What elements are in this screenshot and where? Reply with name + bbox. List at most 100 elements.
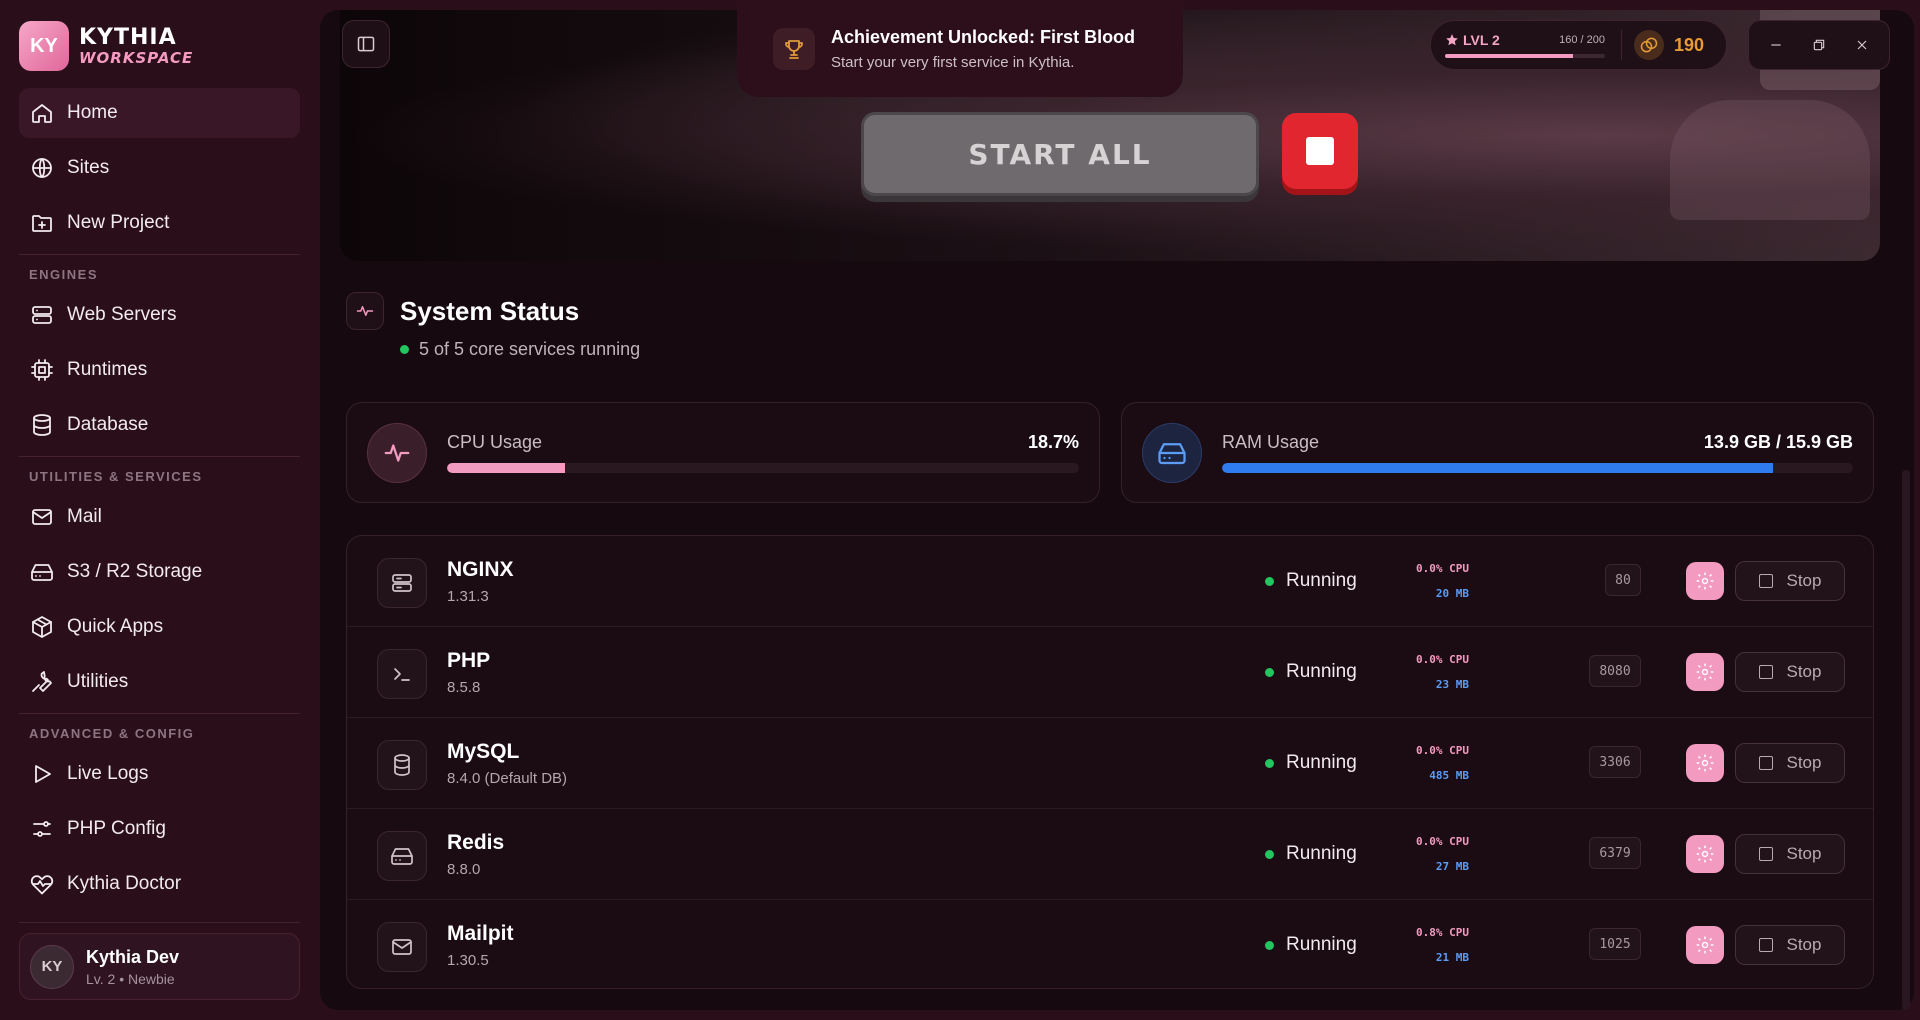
sidebar-item-mail[interactable]: Mail: [19, 492, 300, 542]
settings-button[interactable]: [1686, 835, 1724, 873]
home-icon: [29, 100, 55, 126]
port-badge[interactable]: 1025: [1589, 928, 1641, 960]
sidebar-item-label: Utilities: [67, 671, 129, 692]
cpu-label: CPU Usage: [447, 432, 543, 452]
activity-icon: [367, 422, 427, 483]
gear-icon: [1696, 936, 1714, 954]
achievement-toast: Achievement Unlocked: First Blood Start …: [737, 0, 1183, 97]
stop-button[interactable]: Stop: [1735, 834, 1845, 874]
service-memory: 485 MB: [1429, 769, 1469, 782]
sidebar-item-storage[interactable]: S3 / R2 Storage: [19, 547, 300, 597]
terminal-icon: [377, 649, 427, 699]
sidebar-item-quick-apps[interactable]: Quick Apps: [19, 602, 300, 652]
section-label-advanced: ADVANCED & CONFIG: [29, 726, 195, 741]
server-icon: [29, 302, 55, 328]
stop-button[interactable]: Stop: [1735, 743, 1845, 783]
server-icon: [377, 558, 427, 608]
sidebar-item-home[interactable]: Home: [19, 88, 300, 138]
settings-button[interactable]: [1686, 926, 1724, 964]
sidebar-item-php-config[interactable]: PHP Config: [19, 804, 300, 854]
service-name: Redis: [447, 831, 505, 854]
window-controls: [1748, 20, 1890, 70]
sidebar-item-web-servers[interactable]: Web Servers: [19, 290, 300, 340]
port-badge[interactable]: 3306: [1589, 746, 1641, 778]
service-name: PHP: [447, 649, 491, 672]
folder-plus-icon: [29, 210, 55, 236]
cpu-progress-fill: [447, 463, 566, 473]
sidebar-item-database[interactable]: Database: [19, 400, 300, 450]
divider: [1621, 30, 1622, 60]
cpu-progress-bar: [447, 463, 1079, 473]
cpu-icon: [29, 357, 55, 383]
sidebar-item-utilities[interactable]: Utilities: [19, 657, 300, 707]
xp-progress-bar: [1445, 54, 1605, 58]
stop-button[interactable]: Stop: [1735, 652, 1845, 692]
service-name: Mailpit: [447, 922, 514, 945]
brand[interactable]: KY KYTHIA WORKSPACE: [19, 20, 300, 72]
sidebar-item-label: Kythia Doctor: [67, 873, 182, 894]
divider: [19, 922, 300, 923]
sidebar-item-new-project[interactable]: New Project: [19, 198, 300, 248]
play-icon: [29, 761, 55, 787]
scrollbar[interactable]: [1902, 470, 1910, 1010]
status-badge: Running: [1265, 661, 1357, 683]
toast-message: Start your very first service in Kythia.: [831, 53, 1075, 71]
hard-drive-icon: [1142, 422, 1202, 483]
sidebar: KY KYTHIA WORKSPACE Home Sites New Proje…: [0, 0, 318, 1020]
close-icon[interactable]: [1854, 37, 1870, 53]
coins-icon: [1634, 30, 1664, 60]
mail-icon: [29, 504, 55, 530]
heart-pulse-icon: [29, 871, 55, 897]
stop-button[interactable]: Stop: [1735, 561, 1845, 601]
package-icon: [29, 614, 55, 640]
stop-icon: [1758, 756, 1773, 770]
user-card[interactable]: KY Kythia Dev Lv. 2 • Newbie: [19, 933, 300, 1000]
sidebar-toggle-button[interactable]: [342, 20, 390, 68]
cpu-value: 18.7%: [1027, 432, 1079, 452]
settings-button[interactable]: [1686, 744, 1724, 782]
divider: [19, 456, 300, 457]
stop-button[interactable]: Stop: [1735, 925, 1845, 965]
ram-progress-bar: [1222, 463, 1853, 473]
service-row-mailpit: Mailpit 1.30.5 Running 0.8% CPU 21 MB 10…: [347, 900, 1873, 988]
section-label-utilities: UTILITIES & SERVICES: [29, 469, 203, 484]
system-status-header: System Status: [346, 292, 579, 330]
service-memory: 20 MB: [1435, 587, 1469, 600]
sidebar-item-label: Home: [67, 102, 118, 123]
hero-art: [1670, 100, 1870, 220]
sidebar-item-kythia-doctor[interactable]: Kythia Doctor: [19, 859, 300, 909]
settings-button[interactable]: [1686, 653, 1724, 691]
sidebar-item-runtimes[interactable]: Runtimes: [19, 345, 300, 395]
service-memory: 21 MB: [1435, 951, 1469, 964]
settings-button[interactable]: [1686, 562, 1724, 600]
minimize-icon[interactable]: [1768, 37, 1784, 53]
ram-progress-fill: [1222, 463, 1774, 473]
port-badge[interactable]: 6379: [1589, 837, 1641, 869]
port-badge[interactable]: 8080: [1589, 655, 1641, 687]
section-label-engines: ENGINES: [29, 267, 99, 282]
gear-icon: [1696, 572, 1714, 590]
restore-icon[interactable]: [1811, 37, 1827, 53]
start-all-button[interactable]: START ALL: [861, 112, 1259, 196]
status-badge: Running: [1265, 570, 1357, 592]
avatar: KY: [30, 944, 74, 989]
sidebar-item-label: S3 / R2 Storage: [67, 561, 203, 582]
sidebar-item-sites[interactable]: Sites: [19, 143, 300, 193]
status-dot: [1265, 667, 1274, 677]
port-badge[interactable]: 80: [1605, 564, 1641, 596]
level-pill[interactable]: LVL 2 160 / 200 190: [1430, 20, 1727, 70]
ram-label: RAM Usage: [1222, 432, 1320, 452]
divider: [19, 254, 300, 255]
wrench-icon: [29, 669, 55, 695]
user-level: Lv. 2 • Newbie: [86, 970, 175, 987]
service-version: 8.8.0: [447, 861, 481, 878]
user-name: Kythia Dev: [86, 946, 180, 967]
stop-all-button[interactable]: [1282, 113, 1358, 189]
service-cpu: 0.0% CPU: [1416, 562, 1469, 575]
sidebar-item-live-logs[interactable]: Live Logs: [19, 749, 300, 799]
divider: [19, 713, 300, 714]
gear-icon: [1696, 754, 1714, 772]
service-cpu: 0.0% CPU: [1416, 744, 1469, 757]
toast-title: Achievement Unlocked: First Blood: [831, 26, 1136, 47]
service-row-nginx: NGINX 1.31.3 Running 0.0% CPU 20 MB 80 S…: [347, 536, 1873, 627]
